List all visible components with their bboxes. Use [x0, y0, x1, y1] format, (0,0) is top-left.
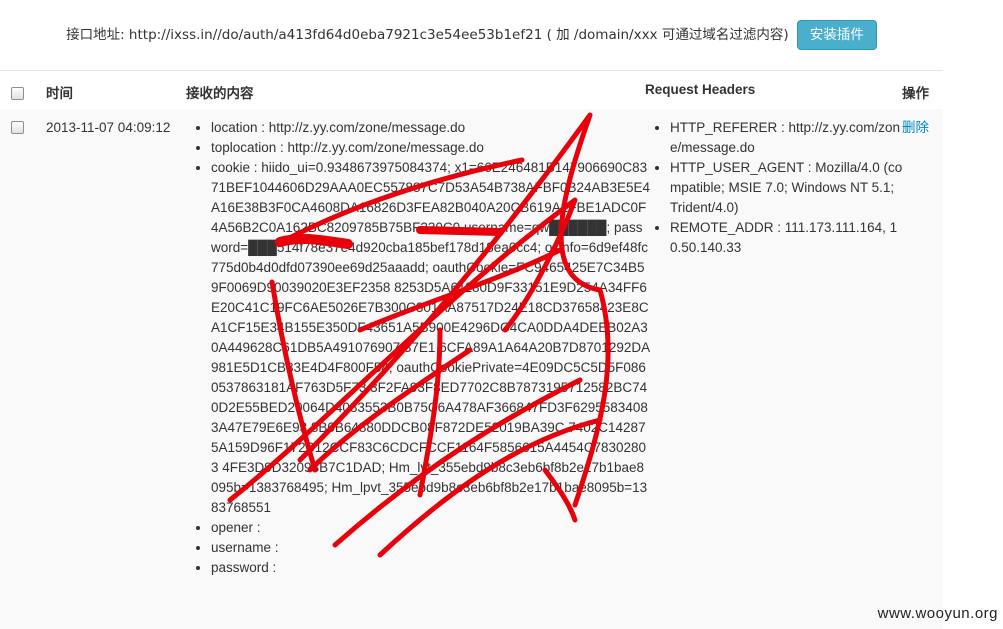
row-time: 2013-11-07 04:09:12 — [46, 120, 171, 135]
content-username: username : — [211, 538, 651, 558]
wooyun-watermark: www.wooyun.org — [877, 605, 998, 622]
api-address-bar: 接口地址: http://ixss.in//do/auth/a413fd64d0… — [0, 18, 943, 52]
api-address-text: 接口地址: http://ixss.in//do/auth/a413fd64d0… — [66, 27, 789, 43]
row-checkbox[interactable] — [11, 121, 24, 134]
content-location: location : http://z.yy.com/zone/message.… — [211, 118, 651, 138]
select-all-checkbox[interactable] — [11, 87, 24, 100]
header-request-headers: Request Headers — [645, 82, 756, 97]
header-remote-addr: REMOTE_ADDR : 111.173.111.164, 10.50.140… — [670, 218, 905, 258]
table-row: 2013-11-07 04:09:12 location : http://z.… — [0, 109, 943, 629]
install-plugin-button[interactable]: 安装插件 — [796, 20, 877, 50]
header-action: 操作 — [902, 86, 929, 101]
header-http-referer: HTTP_REFERER : http://z.yy.com/zone/mess… — [670, 118, 905, 158]
delete-link[interactable]: 删除 — [902, 118, 929, 138]
table-header-row: 时间 接收的内容 Request Headers 操作 — [0, 70, 943, 110]
header-content: 接收的内容 — [186, 86, 254, 101]
content-password: password : — [211, 558, 651, 578]
header-http-user-agent: HTTP_USER_AGENT : Mozilla/4.0 (compatibl… — [670, 158, 905, 218]
request-headers-list: HTTP_REFERER : http://z.yy.com/zone/mess… — [652, 118, 905, 258]
content-toplocation: toplocation : http://z.yy.com/zone/messa… — [211, 138, 651, 158]
content-opener: opener : — [211, 518, 651, 538]
received-content-list: location : http://z.yy.com/zone/message.… — [193, 118, 651, 578]
content-cookie: cookie : hiido_ui=0.9348673975084374; x1… — [211, 158, 651, 518]
header-time: 时间 — [46, 86, 73, 101]
